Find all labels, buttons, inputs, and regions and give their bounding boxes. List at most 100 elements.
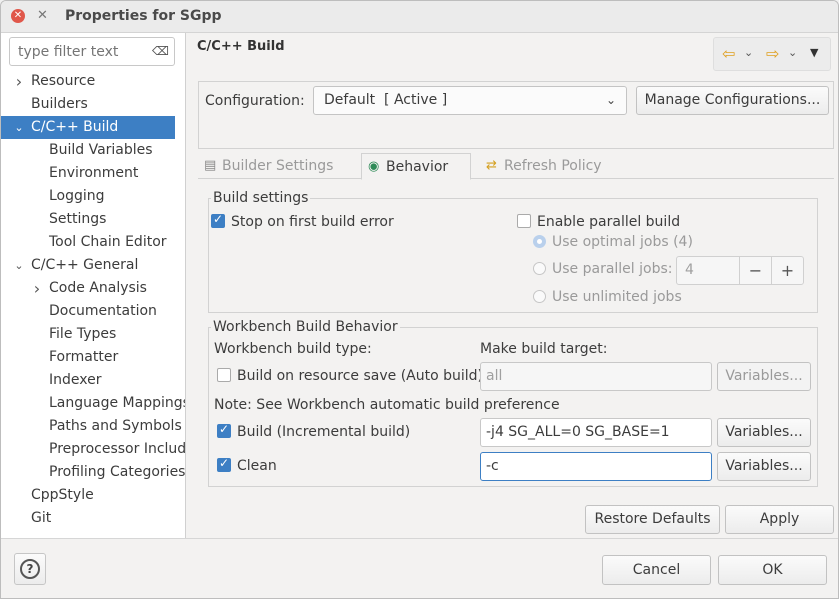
sidebar-item-label: Builders [31, 96, 88, 112]
chevron-right-icon[interactable]: › [31, 277, 43, 300]
sidebar-item-label: Tool Chain Editor [49, 234, 167, 250]
help-button[interactable]: ? [14, 553, 46, 585]
sidebar-item[interactable]: Environment [1, 162, 185, 185]
cancel-button[interactable]: Cancel [602, 555, 711, 585]
clean-variables-button[interactable]: Variables... [717, 452, 811, 481]
sidebar-item-label: Documentation [49, 303, 157, 319]
behavior-icon: ◉ [368, 159, 380, 174]
sidebar-item-label: Settings [49, 211, 107, 227]
restore-defaults-button[interactable]: Restore Defaults [585, 505, 720, 534]
incremental-build-target-input[interactable]: -j4 SG_ALL=0 SG_BASE=1 [480, 418, 712, 447]
sidebar-item-label: C/C++ Build [31, 119, 119, 135]
clear-filter-icon[interactable]: ⌫ [152, 44, 169, 58]
incremental-build-checkbox[interactable]: Build (Incremental build) [217, 422, 410, 440]
chevron-right-icon[interactable]: › [13, 70, 25, 93]
window-title: Properties for SGpp [65, 8, 222, 24]
build-settings-title: Build settings [211, 190, 311, 206]
enable-parallel-build-checkbox[interactable]: Enable parallel build [517, 214, 680, 230]
sidebar-item-label: Language Mappings [49, 395, 186, 411]
checkbox-label: Stop on first build error [231, 214, 394, 230]
tab-bar: ▤ Builder Settings ◉ Behavior ⇄ Refresh … [198, 153, 834, 180]
tab-refresh-policy[interactable]: ⇄ Refresh Policy [480, 153, 620, 180]
manage-configurations-button[interactable]: Manage Configurations... [636, 86, 829, 115]
checkbox-icon [211, 212, 225, 228]
back-dropdown-icon[interactable]: ⌄ [744, 46, 753, 59]
filter-box: ⌫ [9, 37, 175, 66]
property-tree: › Resource Builders ⌄ C/C++ Build Build Varia… [1, 70, 186, 538]
decrement-button[interactable]: − [739, 257, 771, 284]
chevron-down-icon[interactable]: ⌄ [13, 116, 25, 139]
workbench-build-behavior-title: Workbench Build Behavior [211, 319, 400, 335]
sidebar-item-label: Environment [49, 165, 139, 181]
checkbox-icon [217, 422, 231, 438]
forward-arrow-icon[interactable]: ⇨ [766, 44, 779, 63]
sidebar-item-label: Build Variables [49, 142, 153, 158]
parallel-jobs-spinner[interactable]: 4 − + [676, 256, 804, 285]
property-page: C/C++ Build ⇦ ⌄ ⇨ ⌄ ▼ Configuration: Def… [187, 33, 838, 538]
sidebar-item[interactable]: Documentation [1, 300, 185, 323]
sidebar-item[interactable]: Profiling Categories [1, 461, 186, 484]
stop-on-first-error-checkbox[interactable]: Stop on first build error [211, 212, 394, 230]
radio-label: Use optimal jobs (4) [552, 234, 693, 250]
checkbox-label: Clean [237, 458, 277, 474]
sidebar-item-label: Logging [49, 188, 105, 204]
horizontal-scrollbar[interactable] [1, 525, 185, 538]
sidebar-item-label: C/C++ General [31, 257, 139, 273]
history-navigation: ⇦ ⌄ ⇨ ⌄ ▼ [713, 37, 831, 71]
use-unlimited-jobs-radio[interactable]: Use unlimited jobs [533, 289, 682, 305]
auto-build-checkbox[interactable]: Build on resource save (Auto build) [217, 368, 483, 384]
chevron-down-icon: ⌄ [605, 93, 616, 107]
parallel-jobs-value: 4 [685, 262, 694, 278]
dialog-footer: ? Cancel OK [1, 538, 838, 598]
help-icon: ? [20, 559, 40, 579]
sidebar-item[interactable]: Tool Chain Editor [1, 231, 185, 254]
ok-button[interactable]: OK [718, 555, 827, 585]
sidebar-item[interactable]: Indexer [1, 369, 185, 392]
sidebar-item[interactable]: Paths and Symbols [1, 415, 185, 438]
sidebar-item[interactable]: CppStyle [1, 484, 185, 507]
sidebar-item[interactable]: Language Mappings [1, 392, 186, 415]
sidebar-item[interactable]: Build Variables [1, 139, 185, 162]
clean-checkbox[interactable]: Clean [217, 456, 277, 474]
sidebar-item[interactable]: ⌄ C/C++ General [1, 254, 185, 277]
auto-build-target-input[interactable]: all [480, 362, 712, 391]
view-menu-icon[interactable]: ▼ [810, 46, 818, 59]
sidebar-item[interactable]: File Types [1, 323, 185, 346]
page-title: C/C++ Build [197, 39, 285, 54]
chevron-down-icon[interactable]: ⌄ [13, 254, 25, 277]
clean-target-input[interactable]: -c [480, 452, 712, 481]
sidebar-item[interactable]: Preprocessor Include Paths [1, 438, 185, 461]
checkbox-icon [217, 368, 231, 382]
apply-button[interactable]: Apply [725, 505, 834, 534]
checkbox-icon [217, 456, 231, 472]
filter-input[interactable] [10, 38, 140, 65]
tab-builder-settings[interactable]: ▤ Builder Settings [198, 153, 358, 180]
increment-button[interactable]: + [771, 257, 803, 284]
back-arrow-icon[interactable]: ⇦ [722, 44, 735, 63]
sidebar-item[interactable]: › Resource [1, 70, 185, 93]
forward-dropdown-icon[interactable]: ⌄ [788, 46, 797, 59]
workbench-note: Note: See Workbench automatic build pref… [214, 397, 560, 413]
sidebar-item[interactable]: › Code Analysis [1, 277, 185, 300]
sidebar-item[interactable]: Formatter [1, 346, 185, 369]
sidebar-item[interactable]: Settings [1, 208, 185, 231]
use-parallel-jobs-radio[interactable]: Use parallel jobs: [533, 261, 673, 277]
tab-behavior[interactable]: ◉ Behavior [361, 153, 471, 180]
tab-label: Refresh Policy [504, 158, 602, 174]
configuration-select[interactable]: Default [ Active ] ⌄ [313, 86, 627, 115]
configuration-section: Configuration: Default [ Active ] ⌄ Mana… [198, 81, 834, 149]
properties-dialog: ✕ ✕ Properties for SGpp ⌫ › Resource Build… [0, 0, 839, 599]
incremental-variables-button[interactable]: Variables... [717, 418, 811, 447]
minimize-window-button[interactable]: ✕ [37, 8, 48, 23]
title-bar: ✕ ✕ Properties for SGpp [1, 1, 838, 33]
sidebar-item-label: Profiling Categories [49, 464, 186, 480]
auto-build-variables-button[interactable]: Variables... [717, 362, 811, 391]
use-optimal-jobs-radio[interactable]: Use optimal jobs (4) [533, 234, 693, 250]
checkbox-label: Enable parallel build [537, 214, 681, 230]
close-window-button[interactable]: ✕ [11, 9, 25, 23]
sidebar-item[interactable]: Builders [1, 93, 185, 116]
sidebar-item[interactable]: ⌄ C/C++ Build [1, 116, 175, 139]
sidebar-item-label: Formatter [49, 349, 119, 365]
sidebar-item[interactable]: Logging [1, 185, 185, 208]
sidebar-item-label: Paths and Symbols [49, 418, 182, 434]
